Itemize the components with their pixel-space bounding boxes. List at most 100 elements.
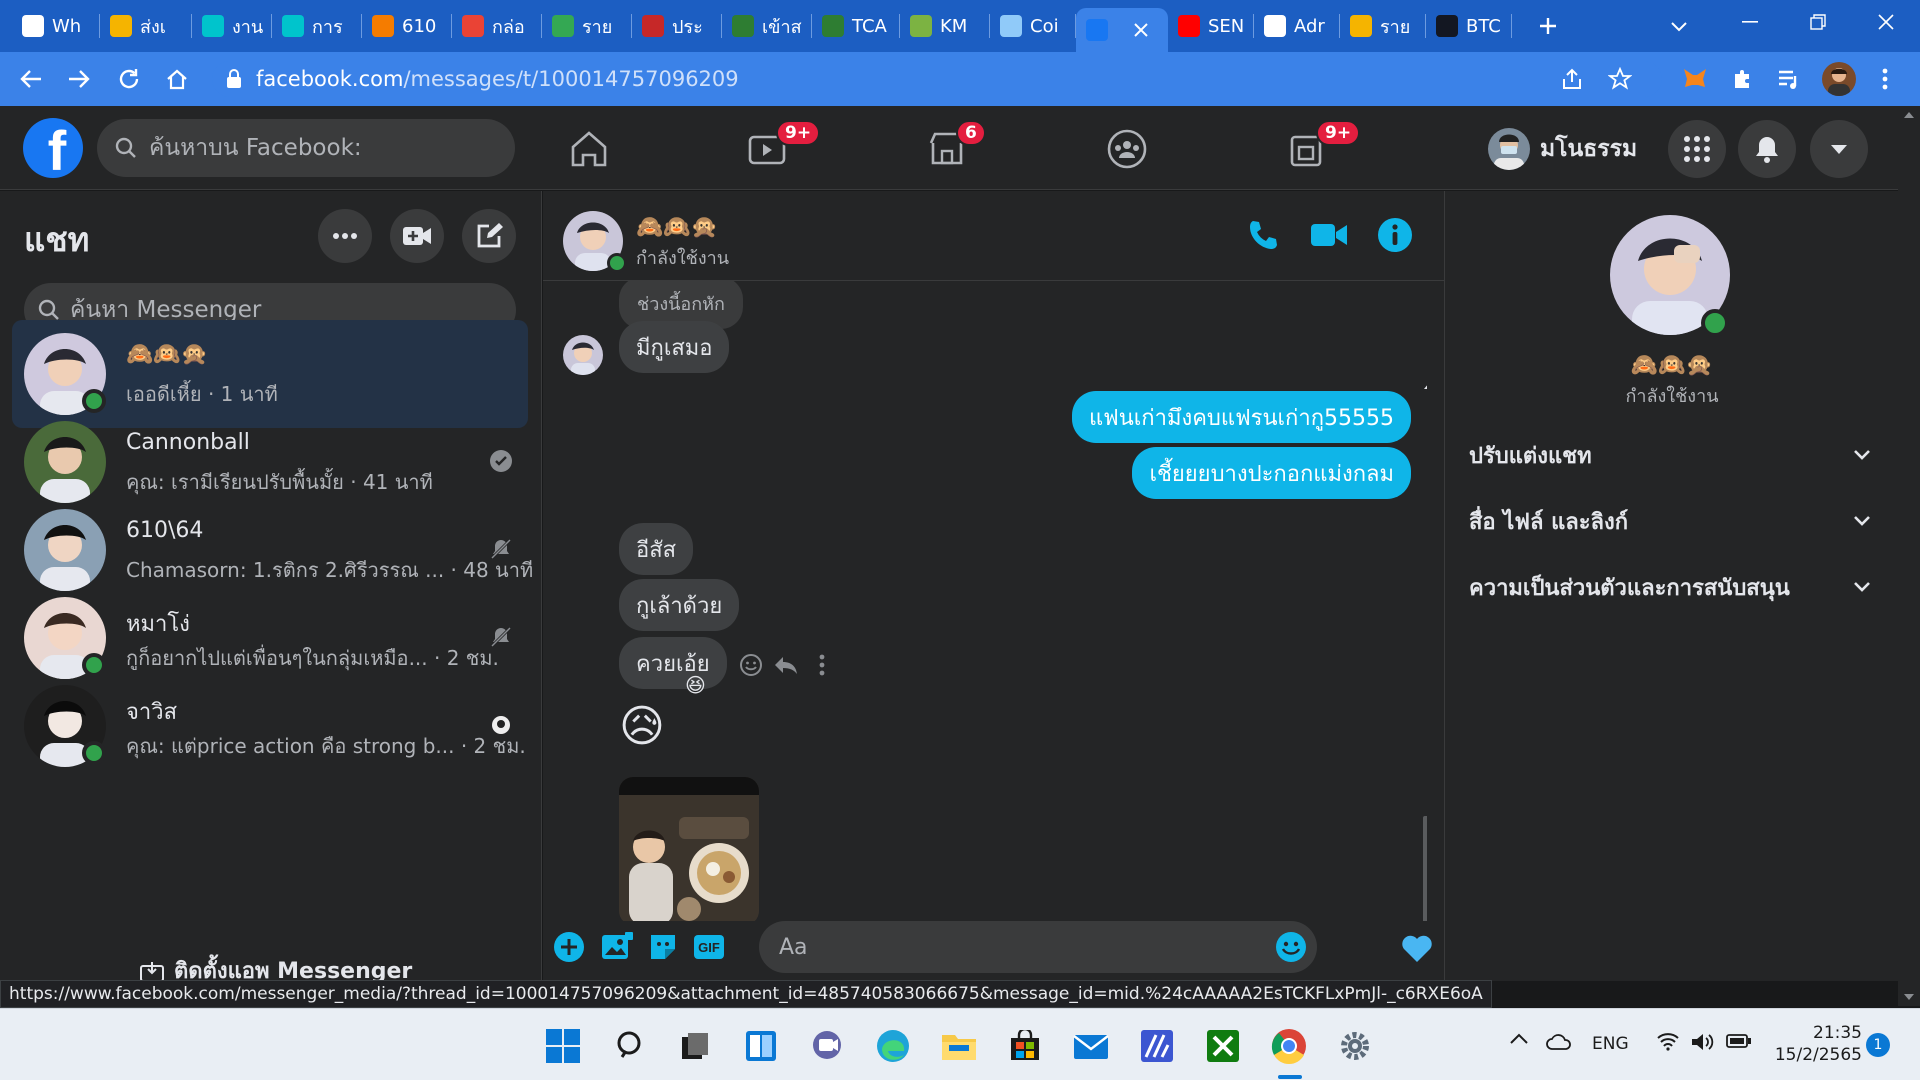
show-hidden-icons-button[interactable] — [1510, 1033, 1528, 1045]
react-button[interactable] — [739, 653, 763, 677]
facebook-search-input[interactable]: ค้นหาบน Facebook: — [97, 119, 515, 177]
tab-search-button[interactable] — [1664, 12, 1694, 42]
browser-tab[interactable]: BTC — [1426, 8, 1512, 44]
home-button[interactable] — [162, 64, 192, 94]
close-window-button[interactable] — [1852, 0, 1920, 44]
start-button[interactable] — [544, 1027, 582, 1065]
browser-tab[interactable]: ประ — [632, 8, 722, 44]
nav-home[interactable] — [562, 124, 616, 174]
voice-call-button[interactable] — [1243, 215, 1283, 255]
message-bubble[interactable]: อีสัส — [619, 523, 694, 575]
file-explorer-button[interactable] — [940, 1027, 978, 1065]
info-section-toggle[interactable]: ความเป็นส่วนตัวและการสนับสนุน — [1469, 567, 1871, 607]
system-clock[interactable]: 21:35 15/2/2565 — [1772, 1023, 1862, 1065]
input-language[interactable]: ENG — [1592, 1034, 1629, 1054]
browser-tab[interactable]: งาน — [192, 8, 272, 44]
store-button[interactable] — [1006, 1027, 1044, 1065]
my-message-bubble[interactable]: เชี้ยยยบางปะกอกแม่งกลม — [1132, 447, 1411, 499]
more-actions-button[interactable] — [819, 653, 825, 677]
browser-tab[interactable]: SEN — [1168, 8, 1254, 44]
mail-button[interactable] — [1072, 1027, 1110, 1065]
nav-gaming[interactable]: 9+ — [1280, 120, 1361, 174]
profile-avatar[interactable] — [1822, 62, 1856, 96]
new-room-button[interactable] — [390, 209, 444, 263]
address-bar[interactable]: facebook.com/messages/t/100014757096209 — [212, 61, 1662, 97]
wifi-status[interactable] — [1656, 1031, 1680, 1051]
sticker-button[interactable] — [645, 929, 681, 965]
facebook-logo[interactable]: f — [23, 118, 83, 178]
xbox-button[interactable] — [1204, 1027, 1242, 1065]
emoji-message[interactable]: 😥 — [619, 701, 665, 752]
page-scrollbar[interactable] — [1898, 106, 1920, 1006]
edge-button[interactable] — [874, 1027, 912, 1065]
metamask-extension[interactable] — [1680, 64, 1710, 94]
browser-tab[interactable]: ราย — [1340, 8, 1426, 44]
share-button[interactable] — [1560, 67, 1584, 91]
search-taskbar-button[interactable] — [612, 1027, 650, 1065]
tab-facebook-active[interactable] — [1076, 8, 1168, 52]
info-section-toggle[interactable]: ปรับแต่งแชท — [1469, 435, 1871, 475]
widgets-button[interactable] — [742, 1027, 780, 1065]
info-section-toggle[interactable]: สื่อ ไฟล์ และลิงก์ — [1469, 501, 1871, 541]
reading-list-button[interactable] — [1774, 64, 1804, 94]
send-heart-button[interactable] — [1399, 931, 1435, 967]
message-bubble[interactable]: มีกูเสมอ — [619, 321, 730, 373]
message-reaction[interactable]: 😆 — [685, 673, 706, 697]
emoji-icon[interactable] — [1275, 931, 1307, 963]
my-message-bubble[interactable]: แฟนเก่ามึงคบแฟรนเก่ากู55555 — [1071, 391, 1411, 443]
reply-button[interactable] — [773, 655, 799, 675]
chrome-button[interactable] — [1270, 1027, 1308, 1065]
meta-trader-button[interactable] — [1138, 1027, 1176, 1065]
nav-marketplace[interactable]: 6 — [920, 120, 986, 174]
teams-chat-button[interactable] — [808, 1027, 846, 1065]
scrollbar-thumb[interactable] — [1423, 816, 1427, 921]
conversation-info-button[interactable] — [1375, 215, 1415, 255]
browser-tab[interactable]: กล่อ — [452, 8, 542, 44]
account-button[interactable] — [1810, 120, 1868, 178]
notifications-button[interactable] — [1738, 120, 1796, 178]
browser-tab[interactable]: Coi — [990, 8, 1076, 44]
more-actions-plus-button[interactable] — [551, 929, 587, 965]
nav-groups[interactable] — [1100, 124, 1154, 174]
browser-tab[interactable]: ส่งเ — [100, 8, 192, 44]
browser-tab[interactable]: ราย — [542, 8, 632, 44]
new-message-button[interactable] — [462, 209, 516, 263]
install-messenger-link[interactable]: ติดตั้งแอพ Messenger — [140, 953, 412, 981]
image-attachment[interactable] — [619, 777, 759, 921]
new-tab-button[interactable] — [1532, 10, 1564, 42]
task-view-button[interactable] — [676, 1027, 714, 1065]
message-scrollbar[interactable] — [1418, 379, 1427, 921]
chrome-menu-button[interactable] — [1870, 64, 1900, 94]
forward-button[interactable] — [64, 64, 94, 94]
browser-tab[interactable]: เข้าส — [722, 8, 812, 44]
extensions-button[interactable] — [1728, 64, 1758, 94]
profile-button[interactable]: มโนธรรม — [1488, 124, 1637, 174]
video-call-button[interactable] — [1309, 215, 1349, 255]
chat-options-button[interactable] — [318, 209, 372, 263]
attach-photo-button[interactable] — [599, 929, 635, 965]
message-bubble[interactable]: กูเล้าด้วย — [619, 579, 740, 631]
back-button[interactable] — [16, 64, 46, 94]
onedrive-icon[interactable] — [1546, 1033, 1572, 1051]
browser-tab[interactable]: Wh — [12, 8, 100, 44]
reload-button[interactable] — [114, 64, 144, 94]
notification-center-button[interactable]: 1 — [1866, 1033, 1890, 1057]
browser-tab[interactable]: 610 — [362, 8, 452, 44]
message-input[interactable]: Aa — [759, 921, 1317, 973]
restore-button[interactable] — [1784, 0, 1852, 44]
browser-tab[interactable]: การ — [272, 8, 362, 44]
conversation-item[interactable]: จาวิส คุณ: แต่price action คือ strong b..… — [12, 672, 528, 780]
settings-button[interactable] — [1336, 1027, 1374, 1065]
message-bubble[interactable]: ควยเอ้ย — [619, 637, 727, 689]
nav-watch[interactable]: 9+ — [740, 120, 821, 174]
close-tab-icon[interactable] — [1134, 23, 1148, 37]
battery-status[interactable] — [1726, 1033, 1752, 1049]
bookmark-button[interactable] — [1608, 67, 1632, 91]
browser-tab[interactable]: KM — [900, 8, 990, 44]
menu-button[interactable] — [1668, 120, 1726, 178]
volume-status[interactable] — [1690, 1031, 1716, 1053]
browser-tab[interactable]: Adr — [1254, 8, 1340, 44]
minimize-button[interactable] — [1716, 0, 1784, 44]
gif-button[interactable]: GIF — [691, 929, 727, 965]
browser-tab[interactable]: TCA — [812, 8, 900, 44]
